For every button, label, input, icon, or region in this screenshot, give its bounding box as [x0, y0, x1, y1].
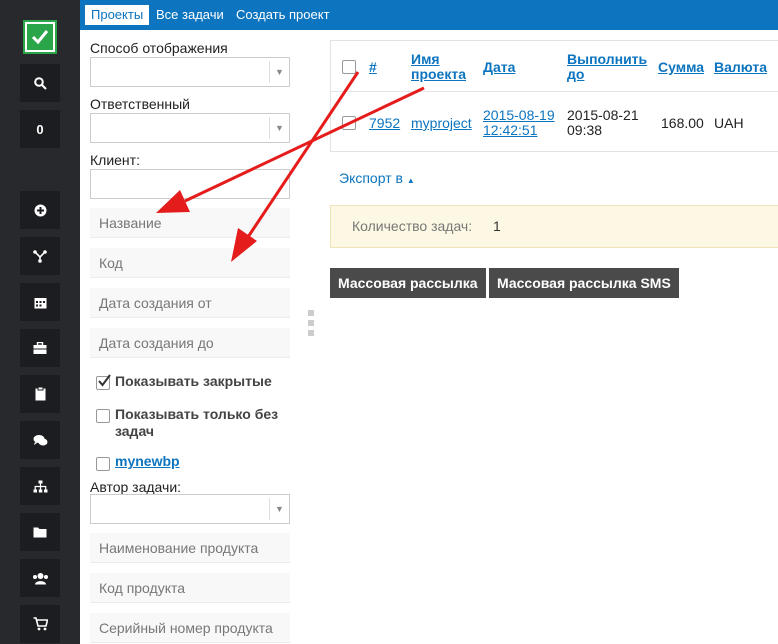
cart-icon[interactable]	[20, 605, 60, 643]
tab-create-project[interactable]: Создать проект	[230, 5, 336, 25]
show-closed-label: Показывать закрытые	[115, 373, 272, 389]
column-header-currency[interactable]: Валюта	[714, 60, 767, 75]
calendar-icon[interactable]	[20, 283, 60, 321]
column-header-number[interactable]: #	[369, 60, 377, 75]
row-due-line2: 09:38	[567, 122, 603, 138]
show-no-tasks-checkbox[interactable]	[96, 409, 110, 423]
mass-sms-button[interactable]: Массовая рассылка SMS	[489, 268, 679, 298]
client-label: Клиент:	[90, 152, 140, 168]
chat-icon[interactable]	[20, 421, 60, 459]
column-header-due-line1: Выполнить	[567, 51, 648, 67]
row-divider	[331, 91, 778, 92]
filter-panel: Способ отображения ▼ Ответственный ▼ Кли…	[80, 30, 300, 644]
task-author-select[interactable]: ▼	[90, 494, 290, 524]
fork-icon[interactable]	[20, 237, 60, 275]
created-from-input[interactable]: Дата создания от	[90, 288, 290, 318]
tab-all-tasks[interactable]: Все задачи	[150, 5, 230, 25]
responsible-label: Ответственный	[90, 96, 190, 112]
column-header-due-line2: до	[567, 66, 585, 82]
chevron-down-icon: ▼	[269, 117, 289, 139]
projects-table: # Имя проекта Дата Выполнить до Сумма Валю…	[330, 40, 778, 152]
created-to-input[interactable]: Дата создания до	[90, 328, 290, 358]
notification-counter[interactable]: 0	[20, 110, 60, 148]
product-name-input[interactable]: Наименование продукта	[90, 533, 290, 563]
mynewbp-link[interactable]: mynewbp	[115, 453, 180, 470]
search-icon[interactable]	[20, 64, 60, 102]
show-no-tasks-label: Показывать только без задач	[115, 406, 279, 439]
row-sum: 168.00	[661, 115, 704, 131]
column-header-due[interactable]: Выполнить до	[567, 52, 647, 82]
panel-splitter-handle[interactable]	[308, 310, 314, 340]
briefcase-icon[interactable]	[20, 329, 60, 367]
display-mode-label: Способ отображения	[90, 40, 228, 56]
column-header-name-line2: проекта	[411, 66, 466, 82]
export-label: Экспорт в	[339, 170, 403, 186]
select-all-checkbox[interactable]	[342, 60, 356, 74]
column-header-name-line1: Имя	[411, 51, 440, 67]
serial-number-input[interactable]: Серийный номер продукта	[90, 613, 290, 643]
task-count-label: Количество задач:	[352, 218, 473, 234]
caret-up-icon: ▲	[406, 176, 415, 185]
row-project-name-link[interactable]: myproject	[411, 116, 472, 131]
name-filter-input[interactable]: Название	[90, 208, 290, 238]
task-count-value: 1	[493, 218, 501, 234]
chevron-down-icon: ▼	[269, 498, 289, 520]
row-date-line1: 2015-08-19	[483, 107, 555, 123]
row-due: 2015-08-21 09:38	[567, 108, 639, 138]
row-currency: UAH	[714, 115, 744, 131]
tab-projects[interactable]: Проекты	[85, 5, 150, 25]
responsible-select[interactable]: ▼	[90, 113, 290, 143]
sitemap-icon[interactable]	[20, 467, 60, 505]
top-tab-bar: Проекты Все задачи Создать проект	[80, 0, 778, 30]
column-header-sum[interactable]: Сумма	[658, 60, 704, 75]
export-dropdown[interactable]: Экспорт в ▲	[339, 170, 415, 186]
mynewbp-checkbox[interactable]	[96, 457, 110, 471]
display-mode-select[interactable]: ▼	[90, 57, 290, 87]
users-icon[interactable]	[20, 559, 60, 597]
column-header-name[interactable]: Имя проекта	[411, 52, 466, 82]
clipboard-icon[interactable]	[20, 375, 60, 413]
plus-circle-icon[interactable]	[20, 191, 60, 229]
show-closed-checkbox[interactable]	[96, 374, 111, 390]
row-due-line1: 2015-08-21	[567, 107, 639, 123]
mass-mail-button[interactable]: Массовая рассылка	[330, 268, 486, 298]
product-code-input[interactable]: Код продукта	[90, 573, 290, 603]
left-sidebar: 0	[0, 0, 80, 644]
row-date-link[interactable]: 2015-08-19 12:42:51	[483, 108, 555, 138]
folder-icon[interactable]	[20, 513, 60, 551]
row-number-link[interactable]: 7952	[369, 116, 400, 131]
task-author-label: Автор задачи:	[90, 479, 182, 495]
client-input[interactable]	[90, 169, 290, 199]
code-filter-input[interactable]: Код	[90, 248, 290, 278]
check-logo-icon[interactable]	[23, 20, 57, 54]
column-header-date[interactable]: Дата	[483, 60, 515, 75]
row-checkbox[interactable]	[342, 116, 356, 130]
task-count-panel: Количество задач: 1	[330, 205, 778, 248]
chevron-down-icon: ▼	[269, 61, 289, 83]
row-date-line2: 12:42:51	[483, 122, 538, 138]
